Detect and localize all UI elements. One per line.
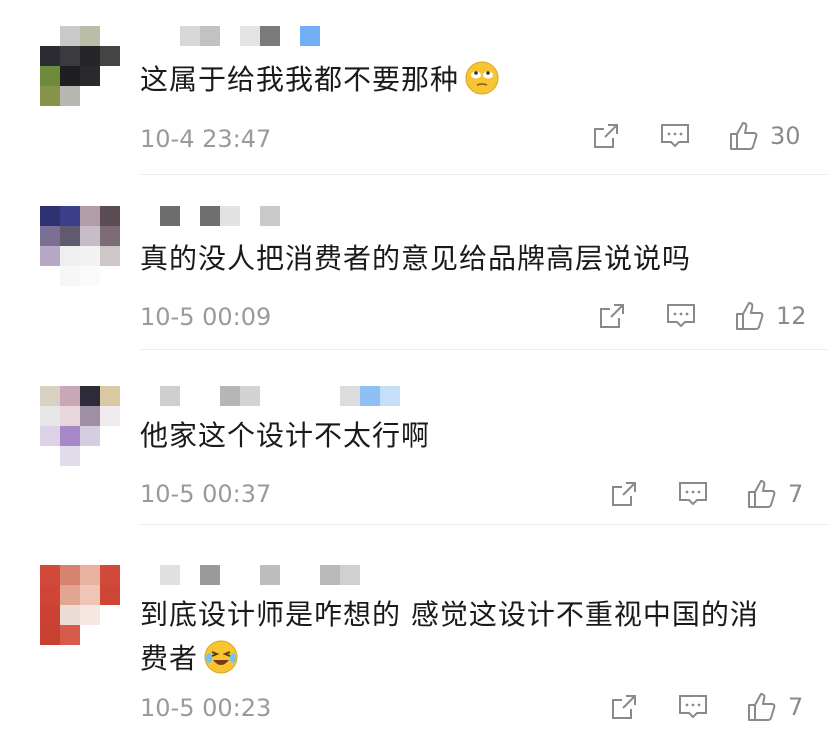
like-count: 12	[776, 302, 807, 330]
comment-time: 10-5 00:09	[140, 303, 272, 331]
share-button[interactable]	[610, 693, 638, 721]
comment-icon	[679, 695, 707, 719]
avatar[interactable]	[40, 565, 120, 645]
reply-button[interactable]	[678, 693, 708, 721]
share-button[interactable]	[610, 480, 638, 508]
username-mosaic[interactable]	[140, 26, 320, 46]
comment-time: 10-5 00:23	[140, 694, 272, 722]
thumbs-up-icon	[736, 302, 764, 330]
like-count: 30	[770, 122, 801, 150]
comment-time: 10-5 00:37	[140, 480, 272, 508]
avatar[interactable]	[40, 206, 120, 286]
comment-text: 真的没人把消费者的意见给品牌高层说说吗	[140, 242, 692, 275]
username-mosaic[interactable]	[140, 386, 400, 406]
avatar[interactable]	[40, 386, 120, 466]
like-count: 7	[788, 693, 804, 721]
share-icon	[594, 124, 618, 148]
comment-text-line: 到底设计师是咋想的 感觉这设计不重视中国的消	[140, 598, 759, 631]
comment-time: 10-4 23:47	[140, 125, 272, 153]
share-icon	[600, 304, 624, 328]
reply-button[interactable]	[666, 302, 696, 330]
share-button[interactable]	[592, 122, 620, 150]
comment-item: 真的没人把消费者的意见给品牌高层说说吗 10-5 00:09 12	[0, 175, 828, 350]
avatar[interactable]	[40, 26, 120, 106]
comment-icon	[667, 304, 695, 328]
rolling-eyes-emoji	[465, 61, 499, 95]
thumbs-up-icon	[748, 480, 776, 508]
share-icon	[612, 695, 636, 719]
comment-item: 这属于给我我都不要那种 10-4 23:47 30	[0, 0, 828, 175]
like-button[interactable]: 12	[734, 300, 807, 332]
comment-text: 这属于给我我都不要那种	[140, 58, 499, 102]
laugh-cry-emoji	[204, 640, 238, 674]
like-count: 7	[788, 480, 804, 508]
like-button[interactable]: 30	[728, 120, 801, 152]
comment-item: 到底设计师是咋想的 感觉这设计不重视中国的消 费者 10-5 00:23 7	[0, 525, 828, 738]
comment-icon	[661, 124, 689, 148]
comment-item: 他家这个设计不太行啊 10-5 00:37 7	[0, 350, 828, 525]
username-mosaic[interactable]	[140, 565, 360, 585]
comment-icon	[679, 482, 707, 506]
like-button[interactable]: 7	[746, 478, 803, 510]
comment-text: 到底设计师是咋想的 感觉这设计不重视中国的消 费者	[140, 593, 759, 681]
thumbs-up-icon	[748, 693, 776, 721]
thumbs-up-icon	[730, 122, 758, 150]
comment-text-line: 费者	[140, 637, 759, 681]
reply-button[interactable]	[660, 122, 690, 150]
username-mosaic[interactable]	[140, 206, 280, 226]
share-button[interactable]	[598, 302, 626, 330]
share-icon	[612, 482, 636, 506]
like-button[interactable]: 7	[746, 691, 803, 723]
reply-button[interactable]	[678, 480, 708, 508]
comment-text: 他家这个设计不太行啊	[140, 419, 431, 452]
